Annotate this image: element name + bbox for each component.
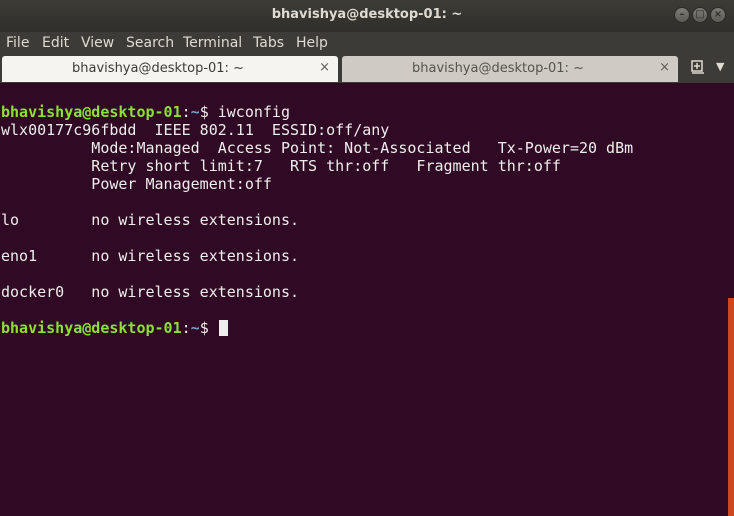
output-line: docker0 no wireless extensions. <box>1 283 300 301</box>
prompt-line-2: bhavishya@desktop-01:~$ <box>1 319 728 337</box>
output-line: lo no wireless extensions. <box>1 211 300 229</box>
maximize-icon[interactable]: □ <box>692 7 708 23</box>
chevron-down-icon[interactable]: ▼ <box>716 60 724 73</box>
output-line: Mode:Managed Access Point: Not-Associate… <box>1 139 661 157</box>
tab-1[interactable]: bhavishya@desktop-01: ~ × <box>2 56 338 82</box>
title-bar[interactable]: bhavishya@desktop-01: ~ – □ × <box>0 0 734 33</box>
menu-tabs[interactable]: Tabs <box>253 35 284 51</box>
tab-1-label: bhavishya@desktop-01: ~ <box>72 61 244 76</box>
menu-help[interactable]: Help <box>296 35 328 51</box>
tab-2[interactable]: bhavishya@desktop-01: ~ × <box>342 56 678 82</box>
command-text: iwconfig <box>217 103 290 121</box>
output-line: Power Management:off <box>1 175 272 193</box>
tab-2-close-icon[interactable]: × <box>659 60 670 75</box>
text-cursor <box>218 320 228 336</box>
menu-file[interactable]: File <box>6 35 29 51</box>
prompt-suffix: $ <box>199 319 218 337</box>
new-tab-icon[interactable] <box>690 59 706 75</box>
terminal-output[interactable]: bhavishya@desktop-01:~$ iwconfig wlx00177… <box>0 83 728 516</box>
close-icon[interactable]: × <box>710 7 726 23</box>
output-line: eno1 no wireless extensions. <box>1 247 300 265</box>
prompt-user: bhavishya@desktop-01 <box>1 103 182 121</box>
scrollbar-thumb[interactable] <box>728 298 734 516</box>
menu-terminal[interactable]: Terminal <box>183 35 242 51</box>
scrollbar[interactable] <box>728 83 734 516</box>
menu-search[interactable]: Search <box>126 35 174 51</box>
prompt-user: bhavishya@desktop-01 <box>1 319 182 337</box>
output-line: wlx00177c96fbdd IEEE 802.11 ESSID:off/an… <box>1 121 408 139</box>
output-line: Retry short limit:7 RTS thr:off Fragment… <box>1 157 561 175</box>
menu-edit[interactable]: Edit <box>42 35 69 51</box>
menu-bar: File Edit View Search Terminal Tabs Help <box>0 32 734 54</box>
tab-bar: bhavishya@desktop-01: ~ × bhavishya@desk… <box>0 54 734 83</box>
prompt-path: ~ <box>190 319 200 337</box>
menu-view[interactable]: View <box>81 35 114 51</box>
window-title: bhavishya@desktop-01: ~ <box>271 7 463 22</box>
prompt-path: ~ <box>190 103 200 121</box>
minimize-icon[interactable]: – <box>674 7 690 23</box>
prompt-line-1: bhavishya@desktop-01:~$ iwconfig <box>1 103 290 121</box>
tab-2-label: bhavishya@desktop-01: ~ <box>412 61 584 76</box>
tab-1-close-icon[interactable]: × <box>319 60 330 75</box>
prompt-suffix: $ <box>199 103 218 121</box>
